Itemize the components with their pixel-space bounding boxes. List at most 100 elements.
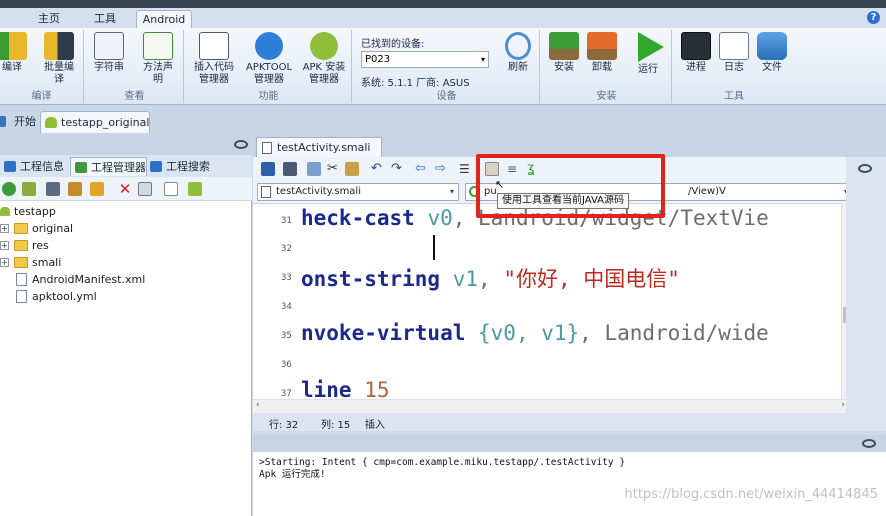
apk-install-manager-button[interactable]: APK 安装 管理器: [296, 32, 352, 86]
code-register: {v0, v1}: [465, 321, 580, 345]
process-button[interactable]: 进程: [678, 32, 714, 74]
file-button[interactable]: 文件: [754, 32, 790, 74]
line-number: 36: [281, 360, 292, 370]
document-tabs: 开始 testapp_original: [0, 105, 886, 135]
ribbon-group-tools: 进程 日志 文件 工具: [674, 30, 794, 103]
file-select[interactable]: testActivity.smali ▾: [257, 183, 459, 201]
code-editor[interactable]: 31 heck-cast v0, Landroid/widget/TextVie…: [253, 203, 851, 401]
scroll-right-icon[interactable]: ›: [841, 400, 845, 410]
tree-item-smali[interactable]: + smali: [0, 254, 61, 271]
eye-icon[interactable]: [862, 439, 876, 448]
tree-item-label: testapp: [14, 205, 56, 218]
paste-icon[interactable]: [345, 162, 359, 176]
watermark: https://blog.csdn.net/weixin_44414845: [624, 487, 878, 502]
group-label-compile: 编译: [31, 91, 52, 102]
android-icon: [310, 32, 338, 60]
tab-project-info[interactable]: 工程信息: [0, 157, 64, 176]
file-select-value: testActivity.smali: [276, 186, 361, 197]
refresh-icon: [505, 32, 531, 60]
tree-item-res[interactable]: + res: [0, 237, 49, 254]
tree-item-label: apktool.yml: [32, 290, 97, 303]
code-string: "你好, 中国电信": [503, 267, 680, 291]
group-label-function: 功能: [258, 91, 279, 102]
status-mode: 插入: [365, 420, 385, 431]
chevron-down-icon: ▾: [449, 187, 454, 196]
expand-icon[interactable]: +: [0, 224, 9, 233]
stop-icon[interactable]: [46, 182, 60, 196]
apktool-manager-button[interactable]: APKTOOL 管理器: [242, 32, 296, 86]
batch-compile-button[interactable]: 批量编 译: [36, 32, 82, 86]
group-label-view: 查看: [124, 91, 145, 102]
android-icon[interactable]: [188, 182, 202, 196]
rename-icon[interactable]: [138, 182, 152, 196]
new-file-icon[interactable]: [164, 182, 178, 196]
strings-button[interactable]: 字符串: [88, 32, 130, 74]
manager-icon: [75, 162, 87, 173]
help-icon[interactable]: ?: [867, 11, 880, 24]
scroll-left-icon[interactable]: ‹: [256, 400, 260, 410]
doc-tab-project[interactable]: testapp_original: [40, 111, 150, 133]
tree-item-apktool-yml[interactable]: apktool.yml: [0, 288, 97, 305]
install-icon: [549, 32, 579, 60]
refresh-label: 刷新: [508, 62, 528, 73]
code-line: nvoke-virtual {v0, v1}, Landroid/wide: [301, 321, 769, 345]
uninstall-button[interactable]: 卸载: [584, 32, 620, 74]
cut-icon[interactable]: ✂: [327, 162, 341, 176]
line-number: 33: [281, 273, 292, 283]
tree-item-original[interactable]: + original: [0, 220, 73, 237]
expand-icon[interactable]: +: [0, 258, 9, 267]
refresh-icon[interactable]: [2, 182, 16, 196]
text-cursor: [433, 235, 435, 260]
project-panel: 工程信息 工程管理器 工程搜索 ✕ testapp + original + r…: [0, 135, 252, 516]
refresh-button[interactable]: 刷新: [500, 32, 536, 74]
save-icon[interactable]: [283, 162, 297, 176]
tree-item-manifest[interactable]: AndroidManifest.xml: [0, 271, 145, 288]
uninstall-icon: [587, 32, 617, 60]
lock-icon[interactable]: [261, 162, 275, 176]
eye-icon[interactable]: [234, 140, 248, 149]
status-line: 行: 32: [269, 420, 299, 431]
list-icon[interactable]: ☰: [459, 162, 473, 176]
device-select[interactable]: P023 ▾: [361, 51, 489, 68]
tree-item-label: smali: [32, 256, 62, 269]
ribbon: 编译 批量编 译 编译 字符串 方法声 明 查看 插入代码 管理器 APKTOO…: [0, 28, 886, 105]
tree-item-testapp[interactable]: testapp: [0, 203, 56, 220]
image-icon[interactable]: [22, 182, 36, 196]
output-line: Apk 运行完成!: [259, 469, 326, 480]
doc-tab-start[interactable]: 开始: [0, 111, 38, 133]
back-icon[interactable]: ⇦: [415, 162, 429, 176]
play-icon: [638, 32, 664, 62]
compile-button[interactable]: 编译: [0, 32, 30, 74]
run-button[interactable]: 运行: [630, 32, 666, 76]
eye-icon[interactable]: [858, 164, 872, 173]
folder-icon[interactable]: [90, 182, 104, 196]
project-toolbar: ✕: [0, 177, 252, 201]
run-label: 运行: [638, 64, 658, 75]
delete-icon[interactable]: ✕: [118, 182, 132, 197]
expand-icon[interactable]: +: [0, 241, 9, 250]
insert-code-manager-button[interactable]: 插入代码 管理器: [188, 32, 240, 86]
undo-icon[interactable]: ↶: [371, 162, 385, 176]
horizontal-scrollbar[interactable]: ‹ ›: [253, 399, 851, 413]
tree-item-label: res: [32, 239, 49, 252]
editor-tab[interactable]: testActivity.smali: [256, 137, 382, 157]
copy-icon[interactable]: [307, 162, 321, 176]
line-number: 32: [281, 244, 292, 254]
copy-icon[interactable]: [68, 182, 82, 196]
redo-icon[interactable]: ↷: [391, 162, 405, 176]
info-icon: [4, 161, 16, 172]
tab-tools[interactable]: 工具: [78, 10, 132, 28]
forward-icon[interactable]: ⇨: [435, 162, 449, 176]
log-button[interactable]: 日志: [716, 32, 752, 74]
tab-project-manager[interactable]: 工程管理器: [70, 157, 147, 176]
folder-icon: [14, 240, 28, 251]
terminal-icon: [681, 32, 711, 60]
tab-android[interactable]: Android: [136, 10, 192, 28]
group-label-tools: 工具: [724, 91, 744, 102]
output-line: >Starting: Intent { cmp=com.example.miku…: [259, 457, 626, 468]
method-decl-button[interactable]: 方法声 明: [136, 32, 180, 86]
tab-home[interactable]: 主页: [22, 10, 76, 28]
install-button[interactable]: 安装: [546, 32, 582, 74]
tab-project-search[interactable]: 工程搜索: [146, 157, 210, 176]
device-select-value: P023: [365, 54, 391, 65]
